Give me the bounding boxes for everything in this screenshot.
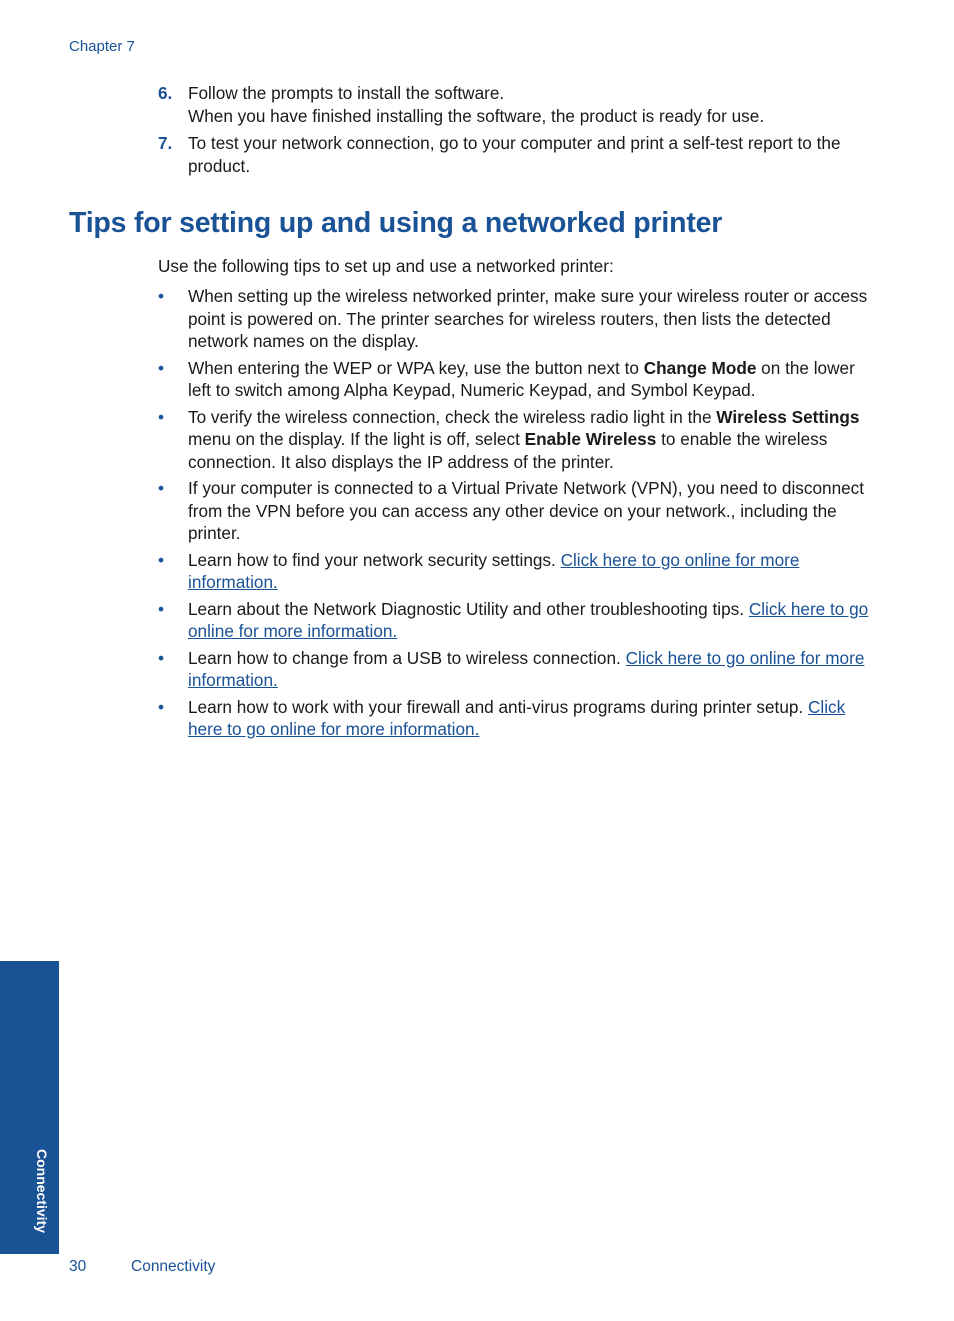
tip-bold: Wireless Settings: [716, 406, 860, 427]
steps-list: 6. Follow the prompts to install the sof…: [158, 82, 878, 182]
bullet-icon: •: [158, 286, 165, 306]
step-text: Follow the prompts to install the softwa…: [188, 83, 505, 103]
bullet-icon: •: [158, 598, 165, 619]
tip-item: • Learn how to find your network securit…: [158, 549, 870, 594]
tip-item: • If your computer is connected to a Vir…: [158, 477, 870, 545]
tip-bold: Enable Wireless: [524, 429, 657, 449]
tip-text: menu on the display. If the light is off…: [188, 429, 525, 449]
tips-list: • When setting up the wireless networked…: [158, 285, 870, 745]
chapter-header: Chapter 7: [69, 38, 135, 55]
section-intro: Use the following tips to set up and use…: [158, 256, 614, 276]
tip-item: • Learn about the Network Diagnostic Uti…: [158, 598, 870, 643]
step-text: To test your network connection, go to y…: [188, 133, 841, 176]
bullet-icon: •: [158, 406, 165, 427]
tip-text: Learn how to find your network security …: [188, 549, 561, 570]
tip-text: If your computer is connected to a Virtu…: [188, 478, 865, 543]
tip-text: To verify the wireless connection, check…: [188, 406, 717, 427]
bullet-icon: •: [158, 478, 165, 498]
bullet-icon: •: [158, 549, 165, 570]
side-tab-label: Connectivity: [34, 1149, 50, 1234]
tip-item: • Learn how to change from a USB to wire…: [158, 647, 870, 692]
step-number: 7.: [158, 133, 173, 153]
tip-text: Learn about the Network Diagnostic Utili…: [188, 598, 749, 619]
page-number: 30: [69, 1258, 87, 1275]
step-text: When you have finished installing the so…: [188, 106, 765, 126]
tip-text: Learn how to change from a USB to wirele…: [188, 647, 626, 668]
step-number: 6.: [158, 83, 173, 103]
section-title: Tips for setting up and using a networke…: [69, 207, 723, 239]
footer-section: Connectivity: [131, 1258, 216, 1275]
tip-item: • Learn how to work with your firewall a…: [158, 696, 870, 741]
step-item: 6. Follow the prompts to install the sof…: [158, 82, 878, 128]
bullet-icon: •: [158, 696, 165, 717]
tip-item: • When setting up the wireless networked…: [158, 285, 870, 353]
tip-text: When setting up the wireless networked p…: [188, 286, 868, 351]
tip-text: When entering the WEP or WPA key, use th…: [188, 357, 644, 378]
tip-bold: Change Mode: [643, 357, 757, 378]
bullet-icon: •: [158, 647, 165, 668]
tip-item: • To verify the wireless connection, che…: [158, 406, 870, 474]
tip-text: Learn how to work with your firewall and…: [188, 696, 808, 717]
tip-item: • When entering the WEP or WPA key, use …: [158, 357, 870, 402]
chapter-side-tab: [0, 961, 59, 1254]
bullet-icon: •: [158, 357, 165, 378]
step-item: 7. To test your network connection, go t…: [158, 132, 878, 178]
